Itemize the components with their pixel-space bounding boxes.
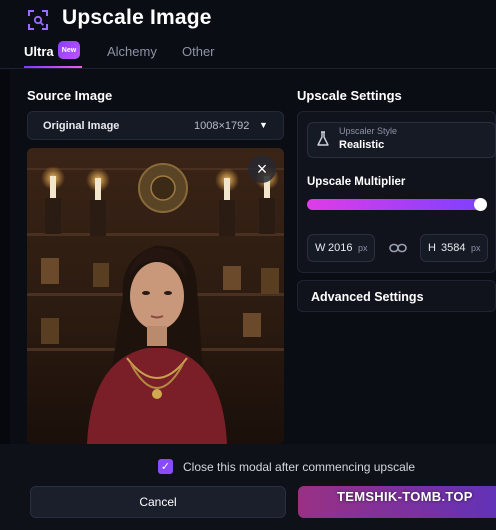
tab-divider [0,68,496,69]
upscale-multiplier-label: Upscale Multiplier [307,176,406,188]
tab-ultra[interactable]: Ultra [24,44,54,59]
tab-other[interactable]: Other [182,44,215,59]
close-modal-checkbox[interactable]: ✓ [158,459,173,474]
watermark-text: TEMSHIK-TOMB.TOP [337,489,473,504]
select-dimensions: 1008×1792 [194,120,250,132]
height-unit: px [471,243,481,253]
advanced-settings-label: Advanced Settings [311,290,424,304]
width-unit: px [358,243,368,253]
select-label: Original Image [43,120,120,132]
source-image-preview [27,148,284,444]
upscaler-style-select[interactable] [307,122,496,158]
tab-bar: Ultra New Alchemy Other [0,40,496,70]
portrait-image [27,148,284,444]
close-image-button[interactable]: × [248,155,276,183]
height-prefix: H [428,242,436,254]
tab-alchemy[interactable]: Alchemy [107,44,157,59]
multiplier-slider-handle[interactable] [474,198,487,211]
upscale-logo-icon [28,10,48,30]
link-icon[interactable] [389,240,407,256]
cancel-button[interactable]: Cancel [30,486,286,518]
width-prefix: W [315,242,326,254]
page-title: Upscale Image [62,6,212,29]
upscaler-style-caption: Upscaler Style [339,126,398,136]
advanced-settings-toggle[interactable]: Advanced Settings [297,280,496,312]
multiplier-slider[interactable] [307,199,487,210]
left-edge-shade [0,70,10,444]
new-badge: New [58,41,80,59]
caret-down-icon: ▼ [259,120,268,130]
flask-icon [317,131,329,146]
close-modal-checkbox-label: Close this modal after commencing upscal… [183,460,416,474]
height-field[interactable]: H 3584 px [420,234,488,262]
upscale-settings-label: Upscale Settings [297,88,402,103]
source-image-select[interactable]: Original Image 1008×1792 ▼ [27,111,284,140]
width-field[interactable]: W 2016 px [307,234,375,262]
upscaler-style-value: Realistic [339,139,385,151]
width-value: 2016 [328,242,353,254]
height-value: 3584 [441,242,466,254]
source-image-label: Source Image [27,88,113,103]
